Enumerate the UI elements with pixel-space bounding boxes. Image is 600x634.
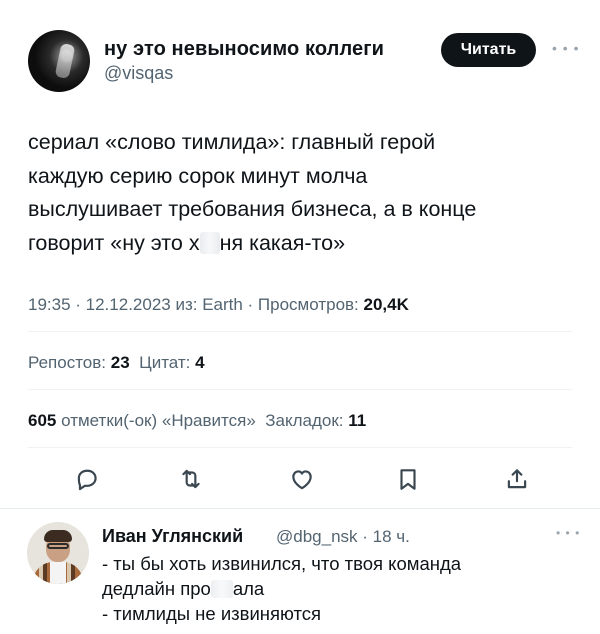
tweet-text: сериал «слово тимлида»: главный герой ка… <box>28 126 548 260</box>
tweet-text-fragment: говорит «ну это х <box>28 230 200 255</box>
engagement-stats: 605 отметки(-ок) «Нравится» Закладок: 11 <box>28 411 366 431</box>
author-handle[interactable]: @visqas <box>104 63 173 84</box>
censored-blur <box>210 580 233 598</box>
author-display-name[interactable]: ну это невыносимо коллеги <box>104 38 384 61</box>
more-horizontal-icon[interactable]: • • • <box>556 526 580 540</box>
author-avatar[interactable] <box>28 30 90 92</box>
repost-stats: Репостов: 23 Цитат: 4 <box>28 353 205 373</box>
views-count: 20,4K <box>363 295 409 314</box>
reply-author-handle[interactable]: @dbg_nsk · 18 ч. <box>276 527 410 547</box>
tweet-text-line: каждую серию сорок минут молча <box>28 163 368 188</box>
reply-text-line: - тимлиды не извиняются <box>102 603 322 624</box>
tweet-text-line: говорит «ну это х ня какая-то» <box>28 227 548 261</box>
retweet-icon[interactable] <box>174 462 208 496</box>
censored-blur <box>199 231 220 254</box>
timestamp-source[interactable]: 19:35 · 12.12.2023 из: Earth · Просмотро… <box>28 295 364 314</box>
reposts-label[interactable]: Репостов: <box>28 353 106 372</box>
reply-text-fragment: ала <box>232 578 265 599</box>
divider <box>28 331 572 332</box>
avatar-hair <box>44 530 72 542</box>
bookmarks-label: Закладок: <box>265 411 344 430</box>
bookmarks-count: 11 <box>348 411 367 430</box>
reply-text-line: - ты бы хоть извинился, что твоя команда <box>102 553 462 574</box>
reply-author-avatar[interactable] <box>27 522 89 584</box>
avatar-tee <box>50 562 66 584</box>
avatar-glasses <box>47 543 69 549</box>
tweet-text-line: выслушивает требования бизнеса, а в конц… <box>28 197 477 221</box>
reply-text-line: дедлайн про ала <box>102 576 572 601</box>
follow-button[interactable]: Читать <box>441 33 536 67</box>
divider <box>0 508 600 509</box>
reply-icon[interactable] <box>70 462 104 496</box>
tweet-text-line: сериал «слово тимлида»: главный герой <box>28 130 436 154</box>
likes-count[interactable]: 605 <box>28 411 56 430</box>
reply-text: - ты бы хоть извинился, что твоя команда… <box>102 551 572 626</box>
reply-author-name[interactable]: Иван Углянский <box>102 526 243 547</box>
divider <box>28 447 572 448</box>
more-horizontal-icon[interactable]: • • • <box>552 40 579 56</box>
share-icon[interactable] <box>500 462 534 496</box>
quotes-count[interactable]: 4 <box>195 353 204 372</box>
reposts-count[interactable]: 23 <box>111 353 130 372</box>
reply-text-fragment: дедлайн про <box>102 578 211 599</box>
heart-icon[interactable] <box>285 462 319 496</box>
tweet-text-fragment: ня какая-то» <box>219 230 346 255</box>
quotes-label[interactable]: Цитат: <box>139 353 190 372</box>
bookmark-icon[interactable] <box>391 462 425 496</box>
divider <box>28 389 572 390</box>
likes-label[interactable]: отметки(-ок) «Нравится» <box>61 411 256 430</box>
tweet-meta: 19:35 · 12.12.2023 из: Earth · Просмотро… <box>28 295 409 315</box>
action-bar <box>0 462 600 500</box>
